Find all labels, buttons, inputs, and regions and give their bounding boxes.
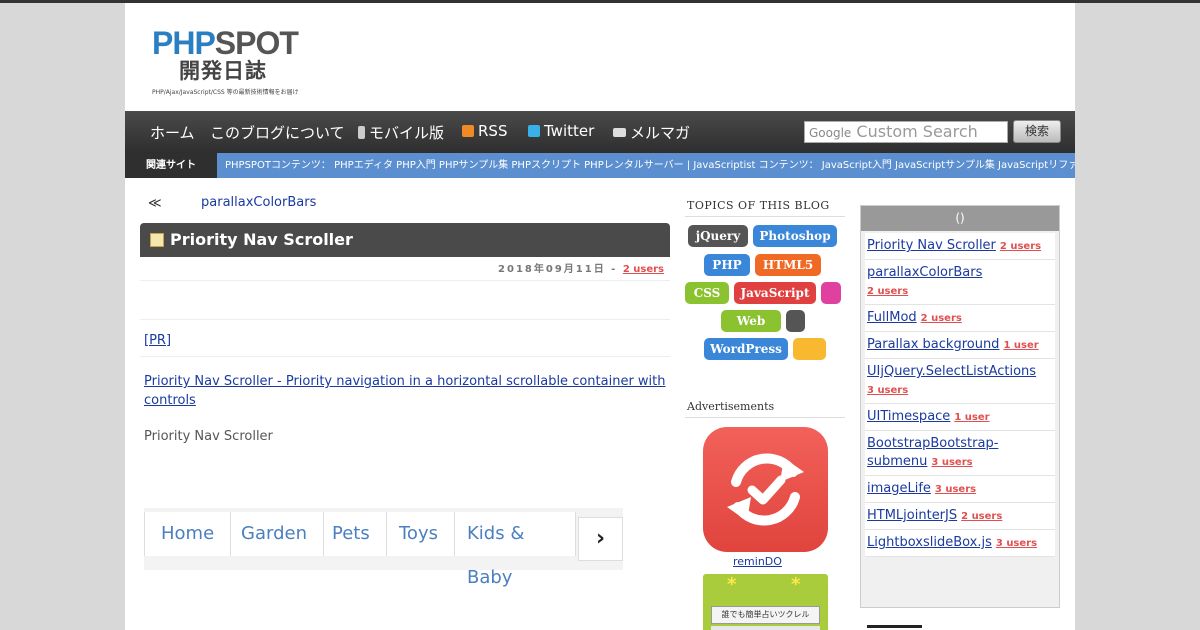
tag-css[interactable]: CSS [685,282,729,304]
nav-about[interactable]: このブログについて [210,122,345,143]
reminder-app-icon[interactable] [703,427,828,552]
logo-tagline: PHP/Ajax/JavaScript/CSS 等の最新技術情報をお届け [152,89,299,96]
main-nav: ホーム このブログについて モバイル版 RSS Twitter メルマガ Goo… [125,111,1075,153]
prev-post-link[interactable]: parallaxColorBars [201,195,316,210]
nav-rss[interactable]: RSS [462,122,507,140]
ads-heading: Advertisements [687,400,775,413]
chevron-right-icon: › [578,517,623,561]
pr-link[interactable]: [PR] [144,333,171,348]
search-input[interactable]: Google Custom Search [804,121,1008,143]
tag-jquery[interactable]: jQuery [688,225,748,247]
app-name-link[interactable]: reminDO [733,555,782,568]
prev-symbol: ≪ [148,196,162,211]
page: PHPSPOT 開発日誌 PHP/Ajax/JavaScript/CSS 等の最… [125,3,1075,630]
ranking-item[interactable]: LightboxslideBox.js 3 users [865,530,1055,557]
memo-icon [150,233,164,247]
demo-nav-item: Pets [316,512,387,556]
search-button[interactable]: 検索 [1013,120,1061,143]
ranking-item[interactable]: UITimespace 1 user [865,404,1055,431]
ranking-item[interactable]: parallaxColorBars 2 users [865,260,1055,305]
nav-mailmag[interactable]: メルマガ [613,122,690,143]
banner-text: 誰でも簡単占いツクレル [711,606,820,624]
demo-nav-item: Kids & Baby [451,512,576,588]
tag-php[interactable]: PHP [704,254,750,276]
tag-html5[interactable]: HTML5 [755,254,821,276]
ranking-item[interactable]: UIjQuery.SelectListActions 3 users [865,359,1055,404]
fortune-app-banner[interactable]: * * 誰でも簡単占いツクレル [703,574,828,630]
demo-nav-item: Garden [225,512,324,556]
ranking-item[interactable]: Priority Nav Scroller 2 users [865,233,1055,260]
nav-mobile[interactable]: モバイル版 [358,122,444,143]
related-label: 関連サイト [125,153,217,178]
article-text: Priority Nav Scroller [144,429,273,444]
topics-heading: TOPICS OF THIS BLOG [687,199,830,212]
star-icon: * [727,574,737,595]
hatena-users-link[interactable]: 2 users [623,264,664,275]
tag-gray[interactable] [786,310,805,332]
mail-icon [613,128,626,137]
tag-wordpress[interactable]: WordPress [704,338,788,360]
ranking-item[interactable]: Parallax background 1 user [865,332,1055,359]
post-title: Priority Nav Scroller [140,223,670,257]
star-icon: * [791,574,801,595]
demo-nav-item: Toys [383,512,455,556]
mobile-icon [358,126,365,139]
logo-sub: 開発日誌 [179,59,267,83]
tag-yellow[interactable] [793,338,826,360]
ranking-item[interactable]: FullMod 2 users [865,305,1055,332]
rss-icon [462,125,474,137]
nav-twitter[interactable]: Twitter [528,122,594,140]
ranking-item[interactable]: HTMLjointerJS 2 users [865,503,1055,530]
ranking-title: () [861,206,1059,231]
twitter-icon [528,125,540,137]
post-meta: 2018年09月11日 - 2 users [140,259,670,281]
demo-nav-item: Home [145,512,232,556]
related-links[interactable]: PHPSPOTコンテンツ： PHPエディタ PHP入門 PHPサンプル集 PHP… [225,153,1075,178]
ranking-item[interactable]: BootstrapBootstrap-submenu 3 users [865,431,1055,476]
site-logo[interactable]: PHPSPOT 開発日誌 PHP/Ajax/JavaScript/CSS 等の最… [152,25,312,100]
tag-photoshop[interactable]: Photoshop [753,225,837,247]
nav-home[interactable]: ホーム [150,122,195,143]
article-source-link[interactable]: Priority Nav Scroller - Priority navigat… [144,372,669,410]
tag-javascript[interactable]: JavaScript [734,282,816,304]
ranking-item[interactable]: imageLife 3 users [865,476,1055,503]
ranking-list: Priority Nav Scroller 2 users parallaxCol… [865,233,1055,557]
demo-screenshot: Home Garden Pets Toys Kids & Baby › [144,508,623,588]
tag-pink[interactable] [821,282,841,304]
tag-web[interactable]: Web [721,310,781,332]
ranking-box: () Priority Nav Scroller 2 users parallax… [860,205,1060,608]
related-sites-bar: 関連サイト PHPSPOTコンテンツ： PHPエディタ PHP入門 PHPサンプ… [125,153,1075,178]
